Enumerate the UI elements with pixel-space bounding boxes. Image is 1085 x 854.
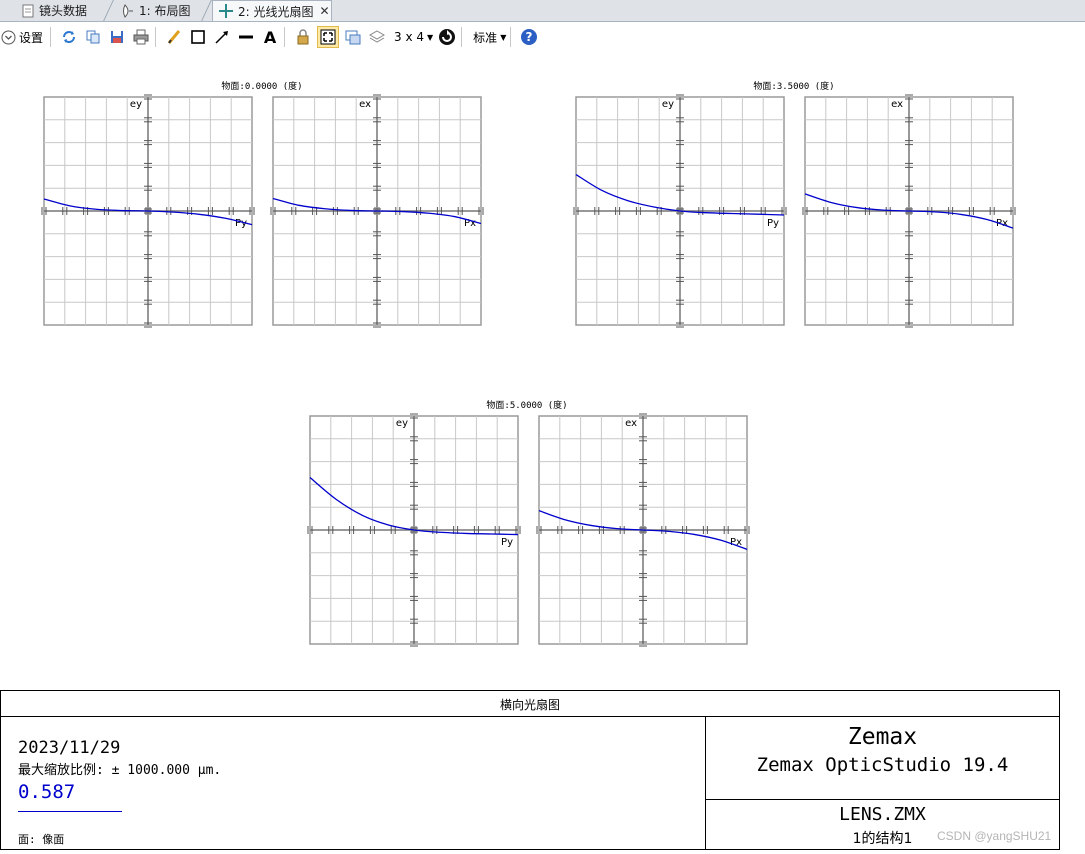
y-axis-label: ey — [396, 418, 408, 429]
title-block: 横向光扇图 2023/11/29 最大缩放比例: ± 1000.000 μm. … — [0, 690, 1060, 850]
x-axis-label: Py — [767, 218, 779, 229]
wavelength-label: 0.587 — [18, 781, 76, 803]
y-axis-label: ex — [625, 418, 637, 429]
field-title: 物面:5.0000 (度) — [486, 399, 567, 411]
scale-text: 最大缩放比例: ± 1000.000 μm. — [18, 763, 222, 778]
y-axis-label: ey — [130, 99, 142, 110]
file-text: LENS.ZMX — [839, 804, 926, 825]
x-axis-label: Py — [501, 537, 513, 548]
y-axis-label: ex — [359, 99, 371, 110]
surface-text: 面: 像面 — [18, 833, 65, 846]
y-axis-label: ey — [662, 99, 674, 110]
field-title: 物面:0.0000 (度) — [221, 80, 302, 92]
y-axis-label: ex — [891, 99, 903, 110]
date-text: 2023/11/29 — [18, 738, 121, 758]
plot-title: 横向光扇图 — [499, 698, 560, 712]
company-text: Zemax — [847, 724, 918, 750]
product-text: Zemax OpticStudio 19.4 — [756, 754, 1009, 776]
wavelength-line — [18, 811, 122, 812]
watermark: CSDN @yangSHU21 — [937, 829, 1052, 843]
ray-fan-plots: 物面:0.0000 (度)eyPyexPx物面:3.5000 (度)eyPyex… — [41, 80, 1016, 647]
field-title: 物面:3.5000 (度) — [753, 80, 834, 92]
